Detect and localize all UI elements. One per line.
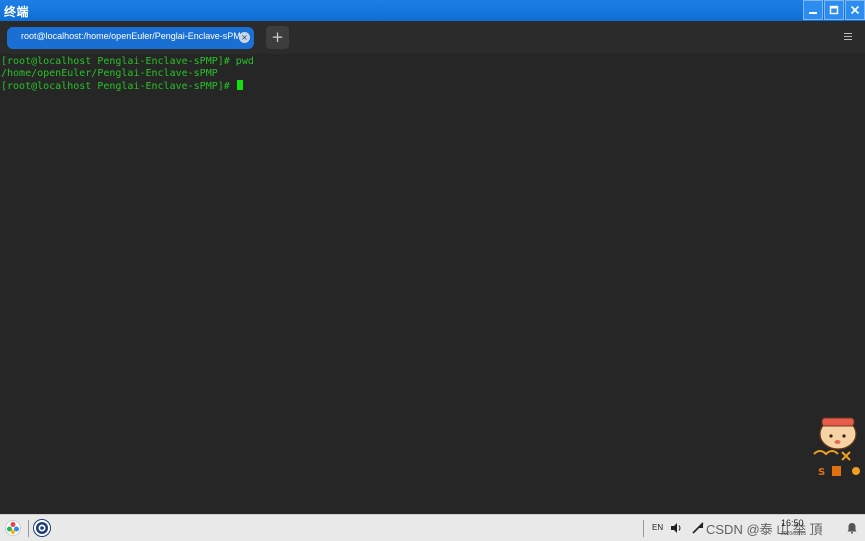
launcher-icon[interactable] (5, 520, 21, 536)
terminal-output[interactable]: [root@localhost Penglai-Enclave-sPMP]# p… (0, 54, 865, 514)
clock-time[interactable]: 16:50 (781, 518, 804, 528)
close-icon (850, 5, 860, 15)
window-titlebar[interactable]: 终端 (0, 0, 865, 21)
terminal-prompt-line: [root@localhost Penglai-Enclave-sPMP]# (1, 80, 865, 93)
window-controls (802, 0, 865, 21)
taskbar: EN CSDN @泰 山 举 頂 16:50 2020/02/25 (0, 514, 865, 541)
notification-icon[interactable] (846, 522, 858, 534)
minimize-button[interactable] (803, 0, 823, 20)
terminal-prompt: [root@localhost Penglai-Enclave-sPMP]# (1, 81, 236, 92)
tab-terminal-session[interactable]: root@localhost:/home/openEuler/Penglai-E… (7, 27, 254, 49)
minimize-icon (809, 12, 817, 14)
terminal-line: /home/openEuler/Penglai-Enclave-sPMP (1, 68, 218, 79)
terminal-cursor (236, 80, 243, 90)
hamburger-menu-icon[interactable] (844, 33, 852, 41)
clock-date: 2020/02/25 (781, 531, 807, 537)
window-title: 终端 (4, 5, 30, 19)
volume-icon[interactable] (670, 522, 682, 534)
tab-bar: root@localhost:/home/openEuler/Penglai-E… (0, 21, 865, 54)
tab-label: root@localhost:/home/openEuler/Penglai-E… (21, 31, 247, 41)
decorative-sticker-image: S (808, 414, 865, 480)
maximize-button[interactable] (824, 0, 844, 20)
terminal-app-icon[interactable] (33, 519, 51, 537)
taskbar-separator (643, 520, 644, 537)
network-icon[interactable] (692, 522, 704, 534)
terminal-line: [root@localhost Penglai-Enclave-sPMP]# p… (1, 56, 254, 67)
close-button[interactable] (845, 0, 865, 20)
taskbar-separator (28, 520, 29, 537)
svg-text:S: S (818, 467, 825, 478)
new-tab-button[interactable]: + (266, 26, 289, 49)
maximize-icon (829, 5, 839, 15)
input-method-indicator[interactable]: EN (652, 523, 663, 532)
tab-close-icon[interactable]: × (239, 32, 250, 43)
